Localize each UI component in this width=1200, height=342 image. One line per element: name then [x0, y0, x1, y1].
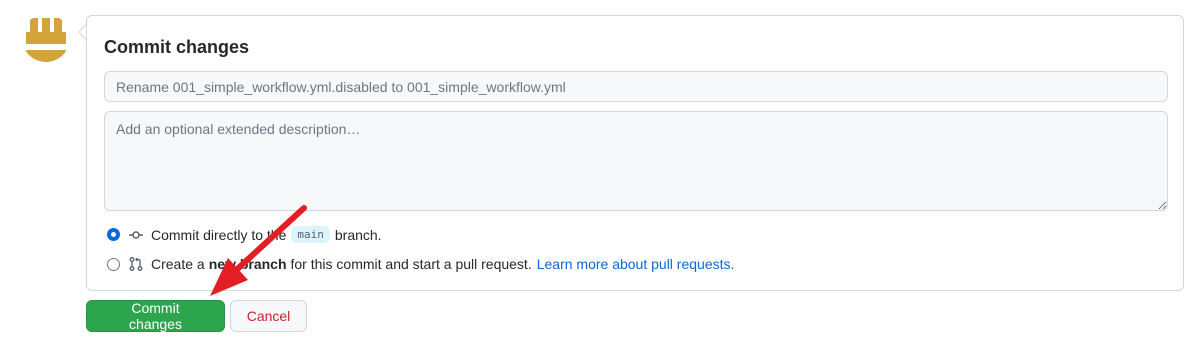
cancel-button[interactable]: Cancel [230, 300, 307, 332]
new-branch-option[interactable]: Create a new branch for this commit and … [107, 256, 734, 272]
avatar [22, 14, 70, 62]
git-pull-request-icon [129, 257, 143, 271]
new-branch-bold: new branch [208, 256, 287, 272]
new-branch-radio[interactable] [107, 257, 120, 271]
git-commit-icon [129, 230, 143, 239]
commit-title: Commit changes [104, 37, 250, 57]
commit-direct-text: Commit directly to the [151, 226, 287, 243]
commit-description-textarea[interactable] [104, 111, 1168, 211]
commit-card: Commit changes Commit directly to the ma… [86, 15, 1184, 291]
new-branch-text: Create a [151, 256, 205, 272]
learn-more-link[interactable]: Learn more about pull requests. [537, 256, 735, 272]
identicon-icon [22, 14, 70, 62]
commit-summary-input[interactable] [104, 71, 1168, 102]
commit-direct-radio[interactable] [107, 228, 120, 241]
commit-direct-option[interactable]: Commit directly to the main branch. [107, 226, 382, 243]
new-branch-suffix: for this commit and start a pull request… [290, 256, 532, 272]
commit-direct-suffix: branch. [334, 226, 382, 243]
commit-changes-button[interactable]: Commit changes [86, 300, 225, 332]
branch-name-badge: main [291, 226, 330, 243]
